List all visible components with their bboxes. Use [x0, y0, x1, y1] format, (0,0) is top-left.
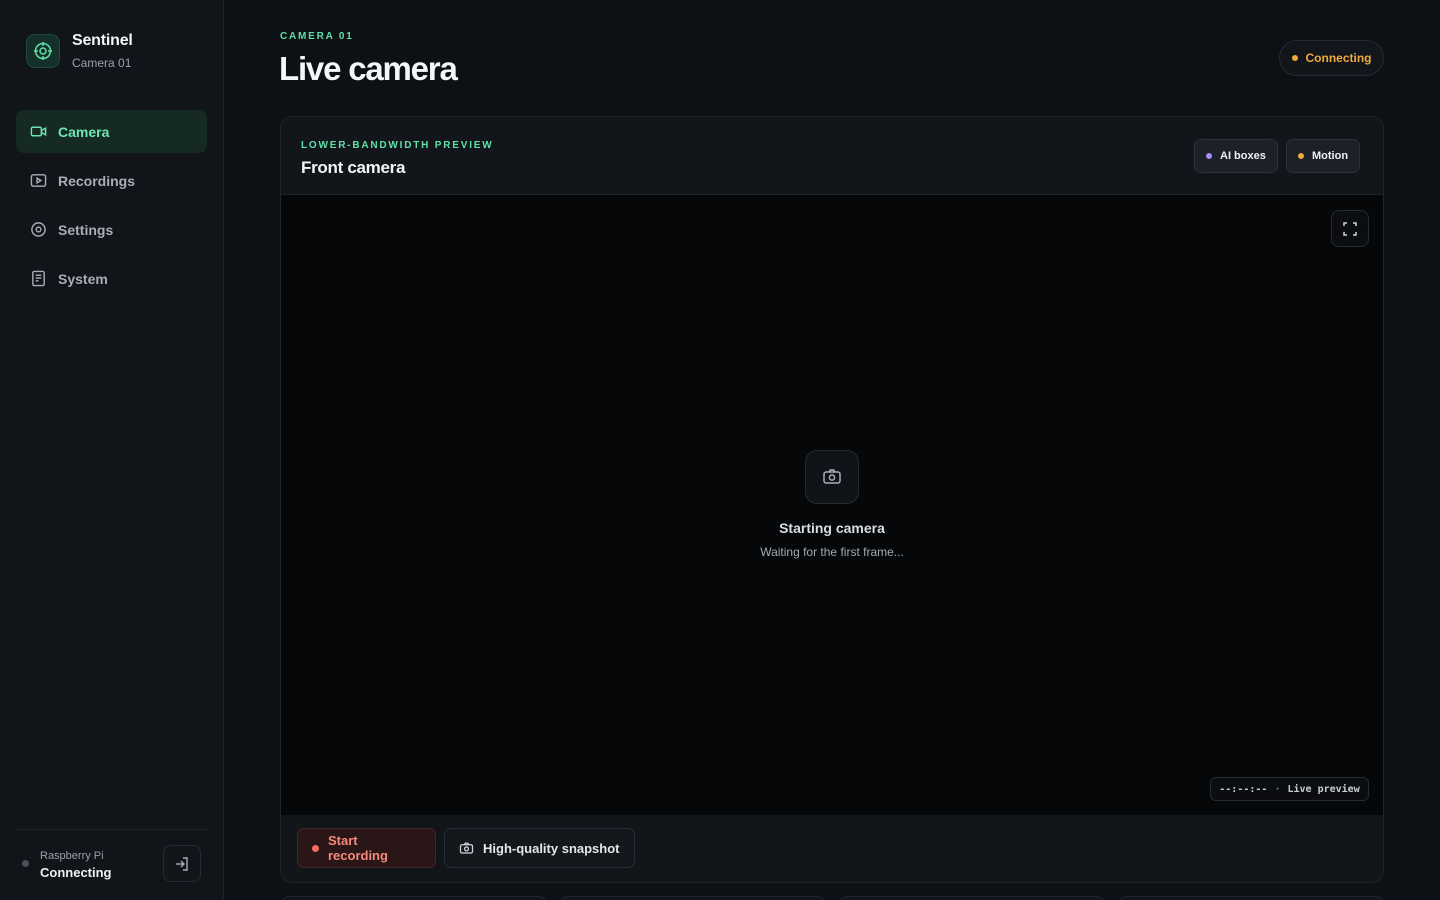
motion-dot [1298, 153, 1304, 159]
video-status-title: Starting camera [779, 520, 885, 536]
brand: Sentinel Camera 01 [26, 32, 133, 70]
page-title: Live camera [279, 50, 458, 87]
sidebar-item-label: Settings [58, 221, 114, 238]
camera-icon [822, 467, 842, 487]
status-badge-label: Connecting [1305, 51, 1372, 65]
sidebar-item-camera[interactable]: Camera [16, 110, 207, 153]
fullscreen-icon [1342, 221, 1358, 237]
brand-name: Sentinel [72, 32, 133, 49]
video-viewport[interactable]: Starting camera Waiting for the first fr… [281, 195, 1383, 815]
info-card-peek [281, 896, 547, 900]
record-dot-icon [312, 844, 319, 852]
card-eyebrow: LOWER-BANDWIDTH PREVIEW [301, 140, 494, 151]
toggle-label: AI boxes [1220, 150, 1266, 162]
sidebar-item-label: System [58, 270, 108, 287]
play-square-icon [29, 172, 47, 190]
snapshot-button[interactable]: High-quality snapshot [444, 828, 635, 868]
timestamp-overlay: --:--:-- · Live preview [1210, 777, 1369, 801]
card-actions: Start recording High-quality snapshot [281, 815, 1383, 882]
video-status-subtitle: Waiting for the first frame... [760, 545, 904, 559]
card-title: Front camera [301, 158, 406, 177]
sidebar-item-system[interactable]: System [16, 257, 207, 300]
logout-button[interactable] [163, 845, 201, 882]
info-card-peek [560, 896, 826, 900]
ai-boxes-toggle[interactable]: AI boxes [1194, 139, 1278, 173]
status-dot [1291, 55, 1298, 61]
motion-toggle[interactable]: Motion [1286, 139, 1361, 173]
ai-boxes-dot [1206, 153, 1212, 159]
gear-icon [29, 221, 47, 239]
camera-placeholder [805, 450, 859, 504]
device-status-dot [22, 860, 29, 867]
camera-icon [459, 841, 474, 856]
separator-dot: · [1274, 783, 1281, 795]
video-icon [29, 123, 47, 141]
sidebar-item-label: Recordings [58, 172, 136, 189]
button-label: Start recording [327, 833, 388, 863]
info-card-peek [839, 896, 1105, 900]
connection-status-badge: Connecting [1279, 40, 1384, 76]
sidebar-item-settings[interactable]: Settings [16, 208, 207, 251]
fullscreen-button[interactable] [1331, 210, 1369, 247]
preview-mode-label: Live preview [1287, 783, 1360, 795]
info-card-peek [1118, 896, 1384, 900]
document-icon [29, 270, 47, 288]
sidebar-item-label: Camera [58, 123, 110, 140]
device-label: Raspberry Pi [40, 850, 104, 862]
device-status-text: Connecting [40, 865, 112, 880]
brand-subtitle: Camera 01 [72, 56, 132, 70]
card-header: LOWER-BANDWIDTH PREVIEW Front camera AI … [281, 117, 1383, 195]
logout-icon [174, 856, 190, 872]
device-status: Raspberry Pi Connecting [16, 829, 207, 900]
sidebar: Sentinel Camera 01 Camera Recordings Set… [0, 0, 224, 900]
sidebar-item-recordings[interactable]: Recordings [16, 159, 207, 202]
button-label: High-quality snapshot [483, 840, 620, 856]
timestamp: --:--:-- [1219, 783, 1268, 795]
toggle-label: Motion [1312, 150, 1349, 162]
crosshair-logo-icon [26, 34, 60, 68]
page-eyebrow: CAMERA 01 [280, 31, 354, 42]
sidebar-nav: Camera Recordings Settings System [16, 110, 207, 306]
camera-card: LOWER-BANDWIDTH PREVIEW Front camera AI … [280, 116, 1384, 883]
start-recording-button[interactable]: Start recording [297, 828, 436, 868]
